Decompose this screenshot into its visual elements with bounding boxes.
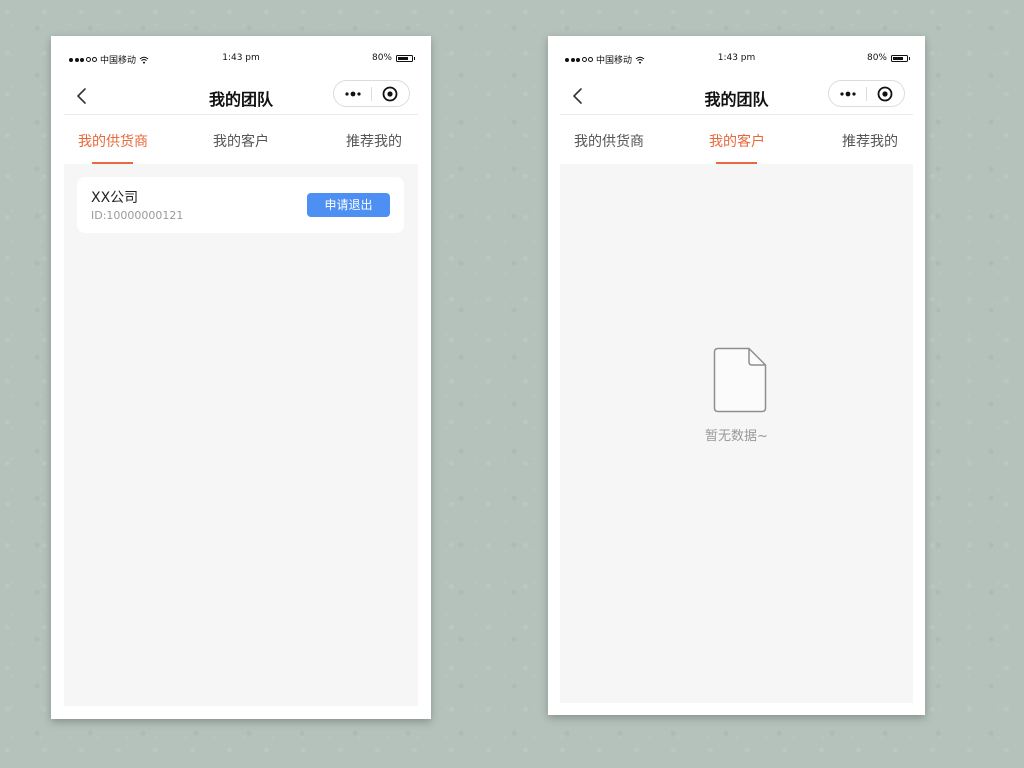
list-item: XX公司 ID:10000000121 申请退出 (77, 177, 404, 233)
close-mini-program-button[interactable] (372, 81, 409, 106)
battery-percent: 80% (866, 53, 887, 63)
tab-my-customers[interactable]: 我的客户 (213, 131, 269, 151)
more-dots-icon (344, 91, 361, 96)
target-circle-icon (878, 86, 893, 101)
battery-fill (398, 56, 408, 60)
phone-screenshot-customers: 中国移动 1:43 pm 80% 我的团队 我的供货商 我的客户 推荐我的 暂无… (548, 36, 925, 715)
phone-screenshot-suppliers: 中国移动 1:43 pm 80% 我的团队 我的供货商 我的客户 推荐我的 XX… (51, 36, 431, 719)
more-button[interactable] (334, 81, 371, 106)
tab-bar: 我的供货商 我的客户 推荐我的 (64, 115, 418, 165)
status-right: 80% (866, 53, 910, 63)
status-bar: 中国移动 1:43 pm 80% (560, 36, 913, 80)
battery-icon (891, 54, 910, 62)
tab-referred-me[interactable]: 推荐我的 (842, 131, 898, 151)
content-area: 暂无数据~ (560, 164, 913, 703)
empty-state-text: 暂无数据~ (705, 429, 768, 444)
tab-referred-me[interactable]: 推荐我的 (346, 131, 402, 151)
battery-percent: 80% (371, 53, 392, 63)
content-area: XX公司 ID:10000000121 申请退出 (64, 164, 418, 706)
tab-my-suppliers[interactable]: 我的供货商 (574, 131, 644, 151)
mini-program-capsule (333, 80, 410, 107)
more-button[interactable] (829, 81, 866, 106)
phone-screen: 中国移动 1:43 pm 80% 我的团队 (560, 36, 913, 703)
company-id: ID:10000000121 (91, 209, 184, 222)
status-time: 1:43 pm (717, 53, 756, 63)
tab-my-suppliers[interactable]: 我的供货商 (78, 131, 148, 151)
battery-icon (396, 54, 415, 62)
tab-my-customers[interactable]: 我的客户 (709, 131, 765, 151)
more-dots-icon (839, 91, 856, 96)
request-exit-button[interactable]: 申请退出 (307, 193, 390, 217)
status-bar: 中国移动 1:43 pm 80% (64, 36, 418, 80)
tab-bar: 我的供货商 我的客户 推荐我的 (560, 115, 913, 165)
file-icon (713, 347, 767, 413)
battery-fill (893, 56, 903, 60)
status-time: 1:43 pm (222, 53, 260, 63)
nav-bar: 我的团队 (560, 80, 913, 115)
mini-program-capsule (828, 80, 905, 107)
company-name: XX公司 (91, 190, 139, 206)
nav-bar: 我的团队 (64, 80, 418, 115)
status-right: 80% (371, 53, 415, 63)
target-circle-icon (383, 86, 398, 101)
close-mini-program-button[interactable] (867, 81, 904, 106)
phone-screen: 中国移动 1:43 pm 80% 我的团队 (64, 36, 418, 706)
